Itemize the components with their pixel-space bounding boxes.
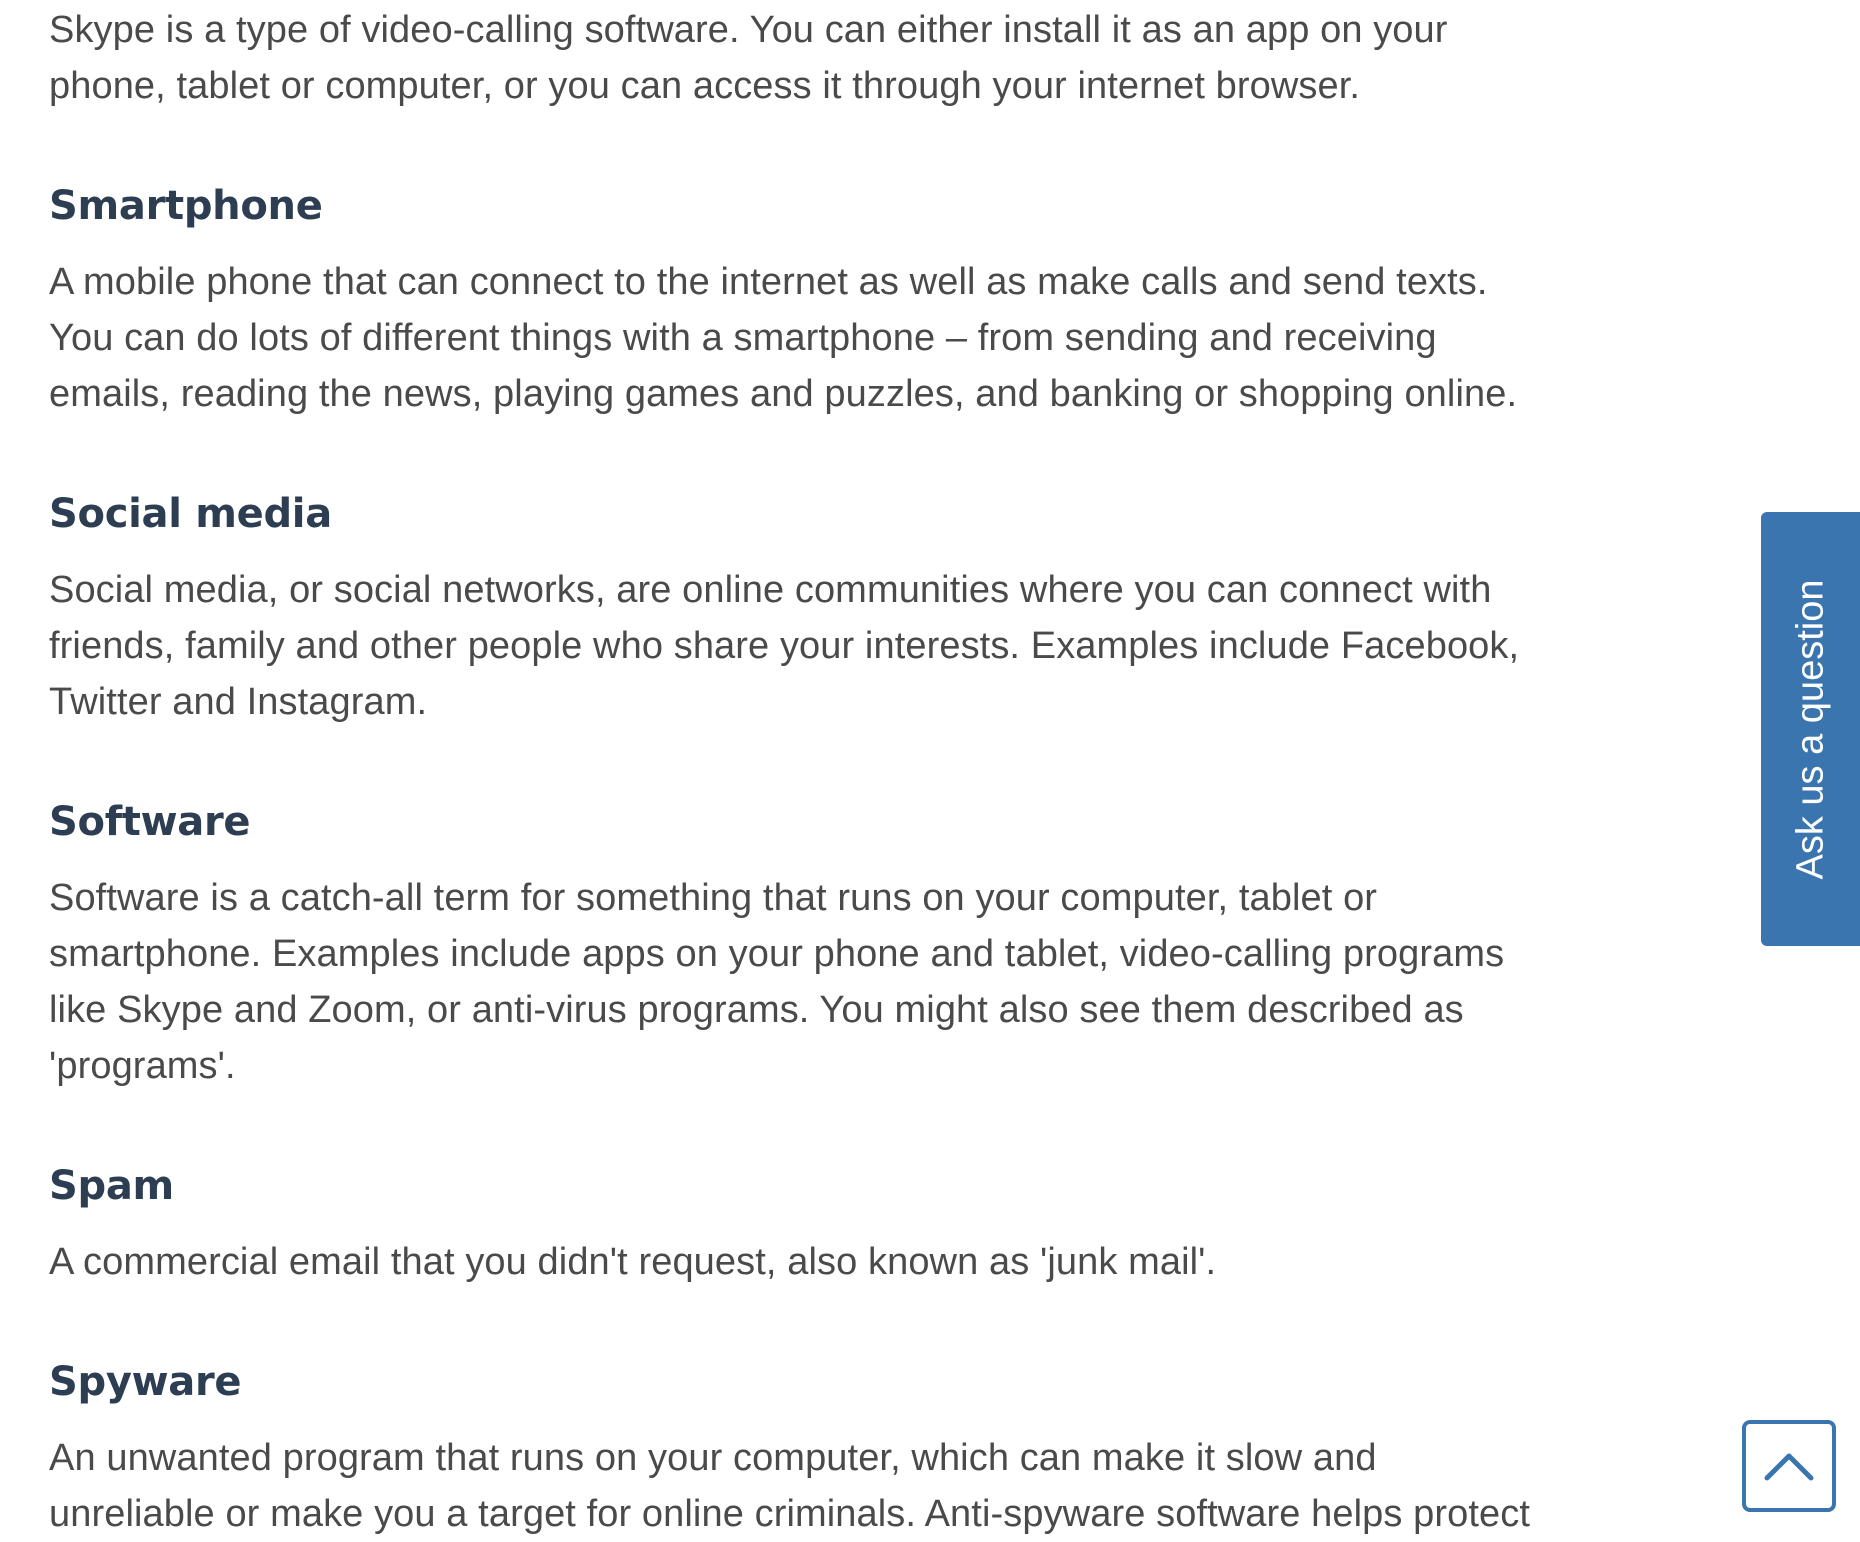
intro-paragraph: Skype is a type of video-calling softwar… [49, 0, 1629, 114]
glossary-term: Spyware [49, 1359, 242, 1405]
definition-line: friends, family and other people who sha… [49, 625, 1520, 667]
back-to-top-button[interactable] [1742, 1420, 1836, 1512]
definition-line: like Skype and Zoom, or anti-virus progr… [49, 989, 1464, 1031]
glossary-entry-software: Software Software is a catch-all term fo… [49, 794, 1629, 1094]
definition-line: An unwanted program that runs on your co… [49, 1437, 1377, 1479]
definition-line: 'programs'. [49, 1045, 236, 1087]
definition-line: Twitter and Instagram. [49, 681, 428, 723]
ask-tab-label: Ask us a question [1789, 579, 1831, 879]
paragraph-line: Skype is a type of video-calling softwar… [49, 9, 1448, 51]
glossary-entry-spam: Spam A commercial email that you didn't … [49, 1158, 1629, 1290]
glossary-entry-spyware: Spyware An unwanted program that runs on… [49, 1354, 1629, 1542]
definition-line: unreliable or make you a target for onli… [49, 1493, 1531, 1535]
glossary-term: Software [49, 799, 251, 845]
definition-line: Social media, or social networks, are on… [49, 569, 1492, 611]
definition-line: A commercial email that you didn't reque… [49, 1241, 1217, 1283]
glossary-entry-social-media: Social media Social media, or social net… [49, 486, 1629, 730]
definition-line: smartphone. Examples include apps on you… [49, 933, 1505, 975]
glossary-term: Social media [49, 491, 332, 537]
paragraph-line: phone, tablet or computer, or you can ac… [49, 65, 1361, 107]
glossary-entry-smartphone: Smartphone A mobile phone that can conne… [49, 178, 1629, 422]
ask-us-a-question-tab[interactable]: Ask us a question [1761, 512, 1860, 946]
glossary-term: Smartphone [49, 183, 323, 229]
definition-line: You can do lots of different things with… [49, 317, 1437, 359]
glossary-content: Skype is a type of video-calling softwar… [49, 0, 1629, 1542]
definition-line: A mobile phone that can connect to the i… [49, 261, 1488, 303]
definition-line: Software is a catch-all term for somethi… [49, 877, 1378, 919]
glossary-term: Spam [49, 1163, 174, 1209]
definition-line: emails, reading the news, playing games … [49, 373, 1518, 415]
chevron-up-icon [1764, 1453, 1814, 1481]
